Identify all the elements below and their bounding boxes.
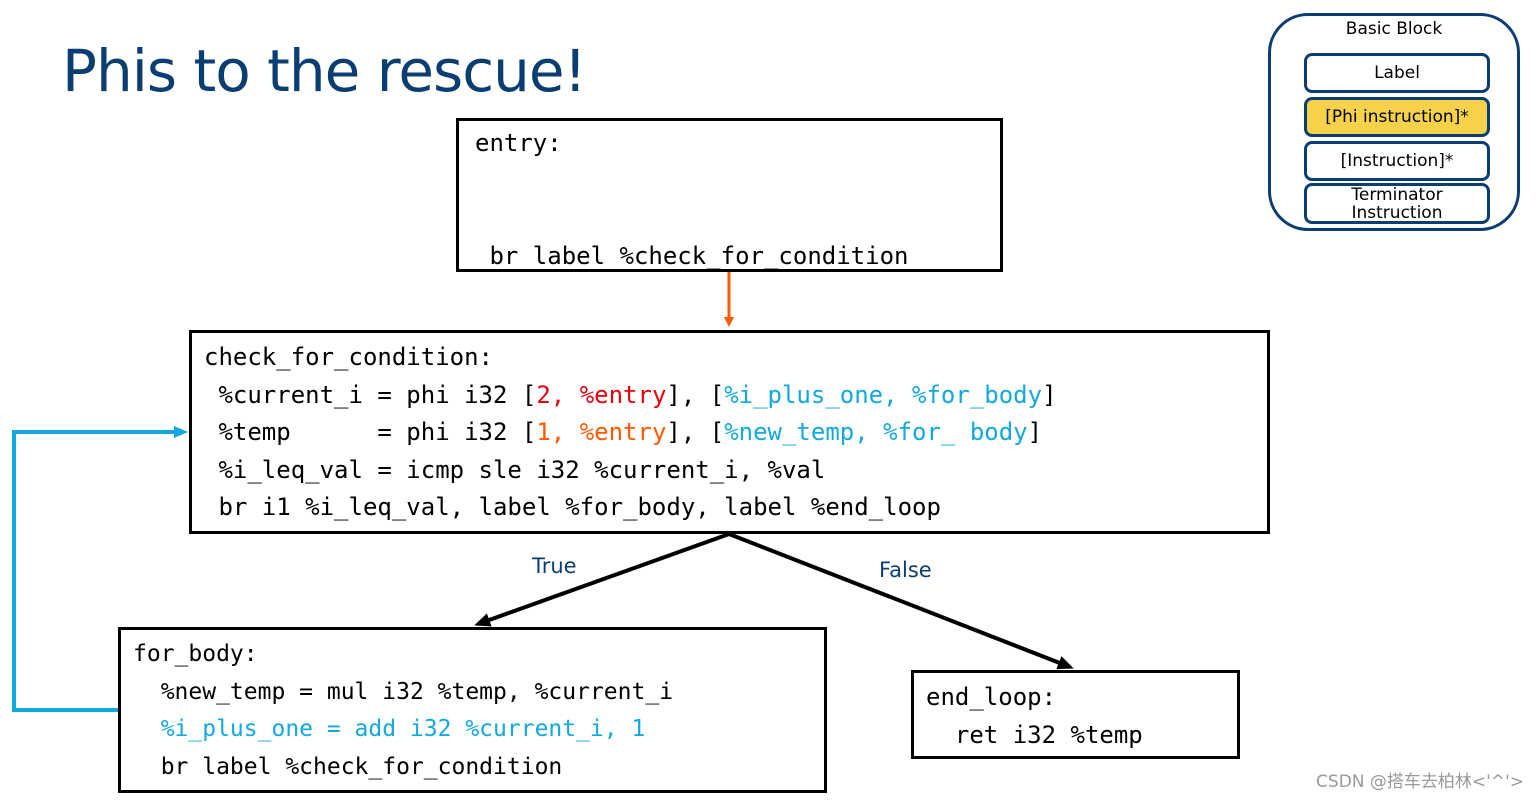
phi-for-body-value: %i_plus_one, %for_body	[724, 380, 1043, 409]
block-entry: entry: br label %check_for_condition	[456, 118, 1003, 272]
basic-block-legend: Basic Block Label [Phi instruction]* [In…	[1268, 13, 1520, 231]
legend-item-phi: [Phi instruction]*	[1304, 97, 1490, 137]
edge-label-true: True	[532, 554, 577, 578]
block-check-for-condition: check_for_condition: %current_i = phi i3…	[189, 330, 1270, 534]
phi-for-body-value: %new_temp, %for_ body	[724, 418, 1028, 446]
mul-instruction: %new_temp = mul i32 %temp, %current_i	[133, 678, 674, 705]
terminator-instruction: br label %check_for_condition	[133, 753, 563, 780]
icmp-instruction: %i_leq_val = icmp sle i32 %current_i, %v…	[204, 455, 826, 484]
phi-instruction-temp: %temp = phi i32 [1, %entry], [%new_temp,…	[204, 418, 1043, 446]
legend-item-label: Label	[1304, 53, 1490, 93]
legend-item-instruction: [Instruction]*	[1304, 141, 1490, 181]
phi-entry-value: 1, %entry	[536, 418, 667, 446]
edge-label-false: False	[879, 558, 932, 582]
phi-instruction-current-i: %current_i = phi i32 [2, %entry], [%i_pl…	[204, 380, 1057, 409]
legend-title: Basic Block	[1345, 19, 1443, 39]
block-end-loop: end_loop: ret i32 %temp	[911, 670, 1240, 759]
add-instruction: %i_plus_one = add i32 %current_i, 1	[133, 716, 646, 742]
block-for-body: for_body: %new_temp = mul i32 %temp, %cu…	[118, 627, 827, 793]
block-label: entry:	[475, 129, 562, 157]
block-label: end_loop:	[926, 683, 1057, 711]
phi-entry-value: 2, %entry	[536, 380, 667, 409]
legend-item-terminator: Terminator Instruction	[1304, 183, 1490, 224]
terminator-instruction: br label %check_for_condition	[475, 241, 909, 270]
watermark: CSDN @搭车去柏林<'^'>	[1316, 772, 1524, 792]
block-label: check_for_condition:	[204, 343, 493, 371]
ret-instruction: ret i32 %temp	[926, 720, 1143, 749]
terminator-instruction: br i1 %i_leq_val, label %for_body, label…	[204, 493, 941, 521]
block-label: for_body:	[133, 641, 258, 667]
edge-true-to-for-body	[474, 532, 730, 627]
